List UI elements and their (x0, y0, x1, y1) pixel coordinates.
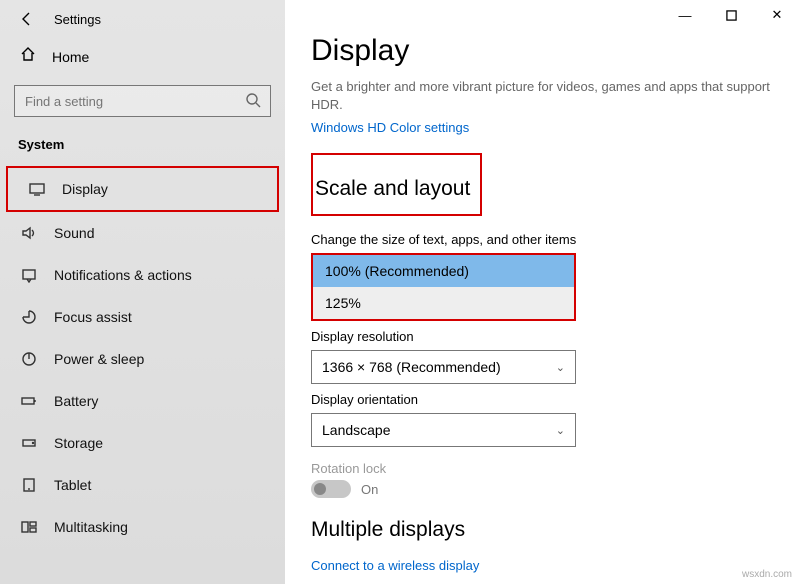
rotation-label: Rotation lock (311, 461, 774, 476)
wireless-display-link[interactable]: Connect to a wireless display (311, 558, 774, 573)
window-title: Settings (54, 12, 101, 27)
sidebar-item-sound[interactable]: Sound (0, 212, 285, 254)
minimize-button[interactable]: — (662, 0, 708, 30)
maximize-button[interactable] (708, 0, 754, 30)
close-button[interactable]: ✕ (754, 0, 800, 30)
battery-icon (20, 392, 38, 410)
search-icon (245, 92, 261, 113)
power-icon (20, 350, 38, 368)
back-button[interactable] (18, 10, 36, 28)
sidebar-item-display[interactable]: Display (6, 166, 279, 212)
orientation-value: Landscape (322, 422, 391, 438)
sidebar-item-notifications[interactable]: Notifications & actions (0, 254, 285, 296)
storage-icon (20, 434, 38, 452)
nav-label: Battery (54, 393, 98, 409)
sidebar-item-tablet[interactable]: Tablet (0, 464, 285, 506)
hdr-description: Get a brighter and more vibrant picture … (311, 78, 774, 114)
scale-heading: Scale and layout (315, 177, 470, 201)
sidebar-item-battery[interactable]: Battery (0, 380, 285, 422)
hdr-link[interactable]: Windows HD Color settings (311, 120, 774, 135)
nav-label: Tablet (54, 477, 91, 493)
orientation-dropdown[interactable]: Landscape ⌄ (311, 413, 576, 447)
scale-dropdown-open[interactable]: 100% (Recommended) 125% (311, 253, 576, 321)
toggle-track (311, 480, 351, 498)
page-title: Display (311, 34, 774, 68)
multiple-displays-heading: Multiple displays (311, 518, 465, 542)
nav-label: Power & sleep (54, 351, 144, 367)
sidebar-item-focus[interactable]: Focus assist (0, 296, 285, 338)
main-content: — ✕ Display Get a brighter and more vibr… (285, 0, 800, 584)
nav-label: Storage (54, 435, 103, 451)
tablet-icon (20, 476, 38, 494)
display-icon (28, 180, 46, 198)
nav-label: Multitasking (54, 519, 128, 535)
rotation-toggle: On (311, 480, 774, 498)
toggle-knob (314, 483, 326, 495)
focus-icon (20, 308, 38, 326)
scale-option-100[interactable]: 100% (Recommended) (313, 255, 574, 287)
section-label: System (0, 127, 285, 166)
chevron-down-icon: ⌄ (556, 361, 565, 374)
sound-icon (20, 224, 38, 242)
nav-label: Focus assist (54, 309, 132, 325)
toggle-state: On (361, 482, 378, 497)
orientation-label: Display orientation (311, 392, 774, 407)
scale-option-125[interactable]: 125% (313, 287, 574, 319)
sidebar-item-multitasking[interactable]: Multitasking (0, 506, 285, 548)
search-input[interactable] (14, 85, 271, 117)
sidebar: Settings Home System Display Sound Notif… (0, 0, 285, 584)
resolution-value: 1366 × 768 (Recommended) (322, 359, 501, 375)
sidebar-item-storage[interactable]: Storage (0, 422, 285, 464)
nav-label: Notifications & actions (54, 267, 192, 283)
scale-label: Change the size of text, apps, and other… (311, 232, 774, 247)
home-icon (20, 46, 36, 67)
nav-label: Display (62, 181, 108, 197)
multitasking-icon (20, 518, 38, 536)
search-box[interactable] (14, 85, 271, 117)
nav-label: Sound (54, 225, 94, 241)
sidebar-item-power[interactable]: Power & sleep (0, 338, 285, 380)
sidebar-home[interactable]: Home (0, 34, 285, 79)
watermark: wsxdn.com (742, 569, 792, 580)
resolution-label: Display resolution (311, 329, 774, 344)
notifications-icon (20, 266, 38, 284)
resolution-dropdown[interactable]: 1366 × 768 (Recommended) ⌄ (311, 350, 576, 384)
chevron-down-icon: ⌄ (556, 424, 565, 437)
scale-heading-highlight: Scale and layout (311, 153, 482, 216)
home-label: Home (52, 49, 89, 65)
